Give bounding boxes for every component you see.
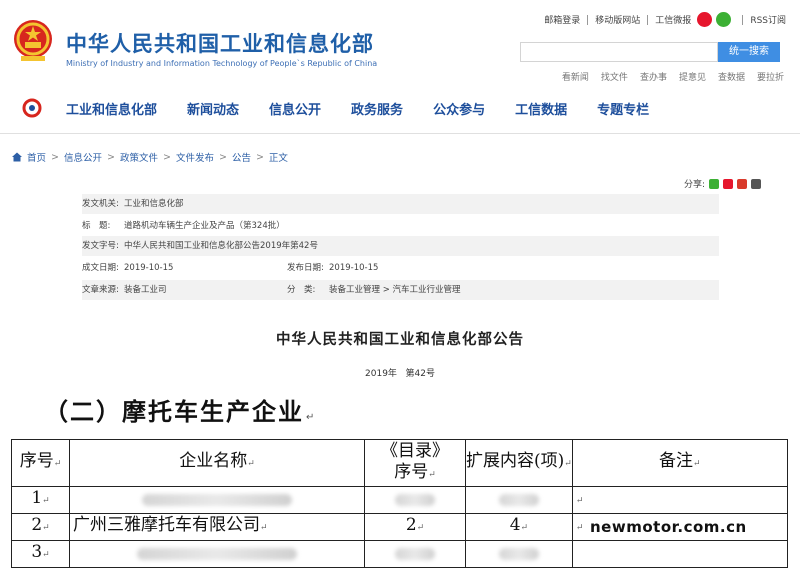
nav-item-data[interactable]: 工信数据	[515, 99, 567, 118]
written-date-value: 2019-10-15	[124, 263, 174, 273]
qq-share-icon[interactable]	[751, 178, 762, 189]
cell-catalog: 2↵	[364, 513, 466, 541]
quick-links: 看新闻 找文件 查办事 提意见 查数据 要拉折	[562, 70, 784, 83]
announcement-title: 中华人民共和国工业和信息化部公告	[276, 332, 524, 348]
cell-seq: 1↵	[11, 486, 70, 514]
quick-link-other[interactable]: 要拉折	[757, 70, 784, 83]
table-row: 1↵ ↵	[11, 486, 788, 514]
published-date-value: 2019-10-15	[329, 263, 379, 273]
quick-link-news[interactable]: 看新闻	[562, 70, 589, 83]
cell-note: ↵	[571, 486, 788, 514]
share-label: 分享:	[684, 180, 706, 190]
docno-value: 中华人民共和国工业和信息化部公告2019年第42号	[124, 241, 318, 251]
weibo-icon[interactable]	[697, 12, 713, 27]
category-label: 分 类:	[287, 285, 316, 295]
home-icon[interactable]	[12, 152, 22, 162]
meta-row-issuer: 发文机关: 工业和信息化部	[82, 194, 719, 214]
section-heading-text: （二）摩托车生产企业	[44, 398, 304, 426]
breadcrumb-separator: >	[107, 151, 115, 163]
nav-item-miit[interactable]: 工业和信息化部	[66, 99, 157, 118]
search-input[interactable]	[520, 42, 718, 62]
mail-login-link[interactable]: 邮箱登录	[544, 13, 580, 26]
enterprise-table: 序号↵ 企业名称↵ 《目录》 序号↵ 扩展内容(项)↵ 备注↵ 1↵ ↵ 2↵ 广…	[11, 439, 788, 568]
section-heading: （二）摩托车生产企业 ↵	[44, 392, 316, 427]
wechat-icon[interactable]	[716, 12, 732, 27]
breadcrumb-notice[interactable]: 公告	[232, 150, 251, 164]
paragraph-mark: ↵	[306, 412, 317, 423]
breadcrumb: 首页 > 信息公开 > 政策文件 > 文件发布 > 公告 > 正文	[12, 150, 288, 164]
cell-ext-redacted	[465, 540, 573, 568]
cell-catalog-redacted	[364, 540, 466, 568]
title-label: 标 题:	[82, 221, 111, 231]
header-note: 备注↵	[571, 439, 788, 487]
meta-row-title: 标 题: 道路机动车辆生产企业及产品（第324批）	[82, 216, 719, 236]
quick-link-services[interactable]: 查办事	[640, 70, 667, 83]
header-catalog: 《目录》 序号↵	[364, 439, 466, 487]
quick-link-files[interactable]: 找文件	[601, 70, 628, 83]
weibo-share-icon[interactable]	[723, 178, 734, 189]
header-divider	[0, 133, 800, 134]
breadcrumb-separator: >	[218, 151, 227, 163]
breadcrumb-info[interactable]: 信息公开	[64, 150, 102, 164]
source-label: 文章来源:	[82, 285, 119, 295]
breadcrumb-policy[interactable]: 政策文件	[120, 150, 158, 164]
breadcrumb-release[interactable]: 文件发布	[176, 150, 214, 164]
wechat-share-icon[interactable]	[709, 178, 720, 189]
published-date-label: 发布日期:	[287, 263, 324, 273]
breadcrumb-separator: >	[51, 151, 59, 163]
meta-row-docno: 发文字号: 中华人民共和国工业和信息化部公告2019年第42号	[82, 236, 719, 256]
table-row: 3↵	[11, 540, 788, 568]
docno-label: 发文字号:	[82, 241, 119, 251]
nav-item-participation[interactable]: 公众参与	[433, 99, 485, 118]
separator	[647, 14, 649, 25]
cell-catalog-redacted	[364, 486, 466, 514]
nav-item-topics[interactable]: 专题专栏	[597, 99, 649, 118]
category-value: 装备工业管理 > 汽车工业行业管理	[329, 285, 461, 295]
ministry-logo-icon	[22, 98, 42, 118]
table-header-row: 序号↵ 企业名称↵ 《目录》 序号↵ 扩展内容(项)↵ 备注↵	[11, 439, 788, 487]
cell-seq: 2↵	[11, 513, 70, 541]
cell-seq: 3↵	[11, 540, 70, 568]
header-ext: 扩展内容(项)↵	[465, 439, 573, 487]
site-subtitle: Ministry of Industry and Information Tec…	[66, 59, 378, 68]
separator	[742, 14, 744, 25]
header-seq: 序号↵	[11, 439, 70, 487]
cell-ext: 4↵	[465, 513, 573, 541]
nav-item-info-disclosure[interactable]: 信息公开	[269, 99, 321, 118]
cell-ext-redacted	[465, 486, 573, 514]
separator	[587, 14, 589, 25]
share-bar: 分享:	[684, 177, 762, 190]
written-date-label: 成文日期:	[82, 263, 119, 273]
breadcrumb-separator: >	[255, 151, 264, 163]
weibo-report-link[interactable]: 工信微报	[655, 13, 691, 26]
cell-name-redacted	[69, 486, 365, 514]
watermark: newmotor.com.cn	[588, 518, 749, 536]
top-links: 邮箱登录 移动版网站 工信微报 RSS订阅	[544, 12, 786, 27]
nav-item-news[interactable]: 新闻动态	[187, 99, 239, 118]
site-title[interactable]: 中华人民共和国工业和信息化部	[66, 28, 374, 58]
search-button[interactable]: 统一搜索	[718, 42, 780, 62]
national-emblem-icon	[14, 20, 52, 61]
breadcrumb-separator: >	[162, 151, 171, 163]
mobile-site-link[interactable]: 移动版网站	[595, 13, 640, 26]
title-value: 道路机动车辆生产企业及产品（第324批）	[124, 221, 285, 231]
rss-link[interactable]: RSS订阅	[750, 13, 786, 26]
cell-name: 广州三雅摩托车有限公司↵	[69, 513, 365, 541]
pdf-share-icon[interactable]	[737, 178, 748, 189]
breadcrumb-home[interactable]: 首页	[27, 150, 46, 164]
announcement-number: 2019年 第42号	[365, 369, 435, 379]
nav-item-services[interactable]: 政务服务	[351, 99, 403, 118]
quick-link-data[interactable]: 查数据	[718, 70, 745, 83]
quick-link-feedback[interactable]: 提意见	[679, 70, 706, 83]
main-nav: 工业和信息化部 新闻动态 信息公开 政务服务 公众参与 工信数据 专题专栏	[66, 99, 649, 118]
header-name: 企业名称↵	[69, 439, 365, 487]
cell-name-redacted	[69, 540, 365, 568]
issuer-value: 工业和信息化部	[124, 199, 184, 209]
issuer-label: 发文机关:	[82, 199, 119, 209]
meta-row-source: 文章来源: 装备工业司 分 类: 装备工业管理 > 汽车工业行业管理	[82, 280, 719, 300]
cell-note	[571, 540, 788, 568]
breadcrumb-current: 正文	[268, 153, 288, 164]
meta-row-dates: 成文日期: 2019-10-15 发布日期: 2019-10-15	[82, 258, 719, 278]
source-value: 装备工业司	[124, 285, 167, 295]
